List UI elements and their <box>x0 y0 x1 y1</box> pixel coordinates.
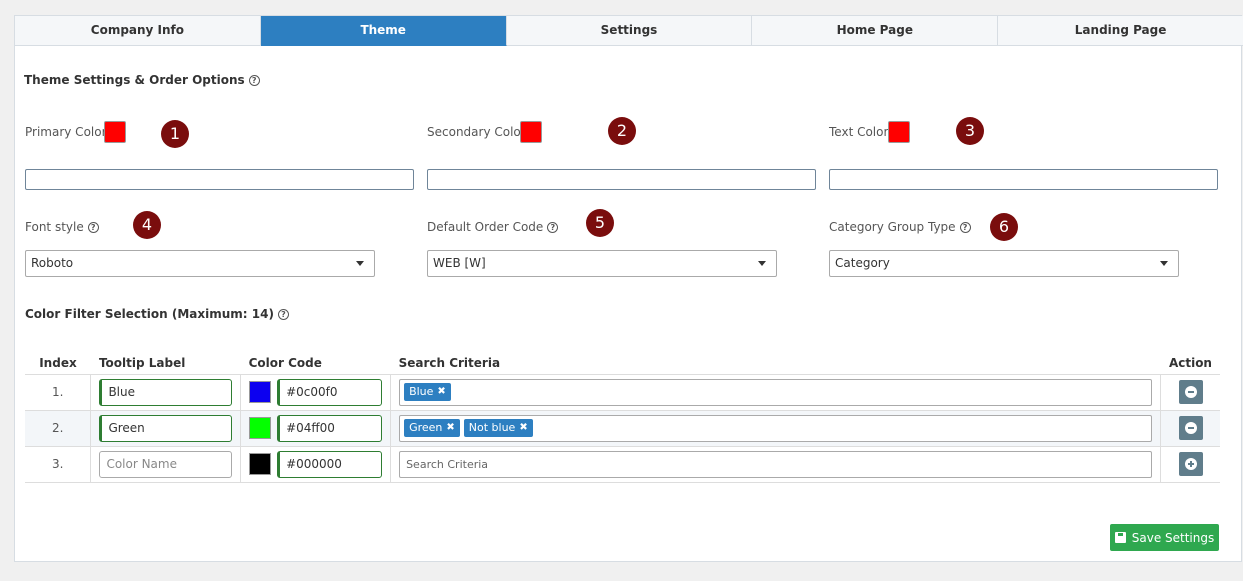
primary-color-swatch[interactable] <box>104 121 126 143</box>
default-order-code-select[interactable]: WEB [W] <box>427 250 777 277</box>
index-header: Index <box>25 352 91 375</box>
primary-color-input[interactable] <box>25 169 414 190</box>
tab-bar: Company Info Theme Settings Home Page La… <box>15 16 1243 46</box>
floppy-disk-icon <box>1114 532 1126 543</box>
color-filter-title: Color Filter Selection (Maximum: 14)? <box>25 307 289 321</box>
question-circle-icon[interactable]: ? <box>277 309 289 320</box>
question-circle-icon[interactable]: ? <box>248 75 260 86</box>
row-index: 1. <box>25 374 91 411</box>
font-style-label: Font style? <box>25 220 99 234</box>
tooltip-label-header: Tooltip Label <box>90 352 241 375</box>
close-icon[interactable]: ✖ <box>519 419 527 437</box>
tooltip-label-input[interactable]: Green <box>99 414 233 442</box>
close-icon[interactable]: ✖ <box>437 383 445 401</box>
font-style-value: Roboto <box>31 256 74 270</box>
color-code-input[interactable]: #0c00f0 <box>277 378 383 406</box>
default-order-code-label: Default Order Code? <box>427 220 559 234</box>
table-row: 3. Color Name #000000 Search Criteria <box>25 446 1220 483</box>
minus-circle-icon <box>1184 422 1197 434</box>
table-row: 1. Blue #0c00f0 Blue ✖ <box>25 374 1220 411</box>
marker-1: 1 <box>161 120 189 148</box>
marker-6: 6 <box>990 213 1018 241</box>
table-header-row: Index Tooltip Label Color Code Search Cr… <box>25 352 1220 375</box>
close-icon[interactable]: ✖ <box>446 419 454 437</box>
default-order-code-value: WEB [W] <box>433 256 486 270</box>
font-style-select[interactable]: Roboto <box>25 250 375 277</box>
tab-theme[interactable]: Theme <box>260 16 507 46</box>
remove-row-button[interactable] <box>1178 416 1203 440</box>
criteria-tag: Blue ✖ <box>404 383 451 401</box>
remove-row-button[interactable] <box>1178 380 1203 404</box>
criteria-tag-label: Not blue <box>468 421 516 434</box>
color-code-cell: #04ff00 <box>249 414 383 442</box>
search-criteria-input[interactable]: Blue ✖ <box>399 378 1153 406</box>
marker-3: 3 <box>956 117 984 145</box>
plus-circle-icon <box>1184 458 1197 470</box>
chevron-down-icon <box>1160 261 1168 266</box>
settings-panel: Company Info Theme Settings Home Page La… <box>14 15 1243 562</box>
default-order-code-label-text: Default Order Code <box>427 220 544 234</box>
category-group-type-label-text: Category Group Type <box>829 220 956 234</box>
question-circle-icon[interactable]: ? <box>87 222 99 233</box>
text-color-input[interactable] <box>829 169 1218 190</box>
secondary-color-swatch[interactable] <box>520 121 542 143</box>
text-color-label: Text Color <box>829 125 889 139</box>
chevron-down-icon <box>356 261 364 266</box>
add-row-button[interactable] <box>1178 452 1203 476</box>
color-swatch[interactable] <box>249 453 272 475</box>
criteria-tag-label: Blue <box>409 385 434 398</box>
question-circle-icon[interactable]: ? <box>547 222 559 233</box>
table-row: 2. Green #04ff00 Green ✖ Not blue ✖ <box>25 410 1220 447</box>
search-criteria-input[interactable]: Search Criteria <box>399 450 1153 478</box>
tab-home-page[interactable]: Home Page <box>752 16 999 46</box>
category-group-type-label: Category Group Type? <box>829 220 971 234</box>
color-filter-table: Index Tooltip Label Color Code Search Cr… <box>25 352 1220 483</box>
color-code-header: Color Code <box>240 352 391 375</box>
marker-4: 4 <box>133 211 161 239</box>
save-settings-button[interactable]: Save Settings <box>1110 524 1219 551</box>
chevron-down-icon <box>758 261 766 266</box>
category-group-type-value: Category <box>835 256 890 270</box>
tab-landing-page[interactable]: Landing Page <box>998 16 1243 46</box>
marker-2: 2 <box>608 117 636 145</box>
criteria-tag-label: Green <box>409 421 443 434</box>
question-circle-icon[interactable]: ? <box>959 222 971 233</box>
row-index: 3. <box>25 446 91 483</box>
tooltip-label-input[interactable]: Color Name <box>99 450 233 478</box>
search-criteria-input[interactable]: Green ✖ Not blue ✖ <box>399 414 1153 442</box>
color-swatch[interactable] <box>249 417 272 439</box>
category-group-type-select[interactable]: Category <box>829 250 1179 277</box>
secondary-color-label: Secondary Color <box>427 125 526 139</box>
criteria-tag: Green ✖ <box>404 419 460 437</box>
tab-settings[interactable]: Settings <box>506 16 753 46</box>
text-color-swatch[interactable] <box>888 121 910 143</box>
color-code-input[interactable]: #04ff00 <box>277 414 383 442</box>
secondary-color-input[interactable] <box>427 169 816 190</box>
font-style-label-text: Font style <box>25 220 84 234</box>
action-header: Action <box>1160 352 1220 375</box>
theme-settings-title-text: Theme Settings & Order Options <box>24 73 245 87</box>
color-swatch[interactable] <box>249 381 272 403</box>
primary-color-label: Primary Color <box>25 125 107 139</box>
color-filter-title-text: Color Filter Selection (Maximum: 14) <box>25 307 274 321</box>
theme-settings-title: Theme Settings & Order Options? <box>24 73 260 87</box>
color-code-cell: #0c00f0 <box>249 378 383 406</box>
minus-circle-icon <box>1184 386 1197 398</box>
search-criteria-placeholder: Search Criteria <box>406 457 489 471</box>
color-code-input[interactable]: #000000 <box>277 450 383 478</box>
marker-5: 5 <box>586 209 614 237</box>
row-index: 2. <box>25 410 91 447</box>
criteria-tag: Not blue ✖ <box>463 419 533 437</box>
color-code-cell: #000000 <box>249 450 383 478</box>
tooltip-label-input[interactable]: Blue <box>99 378 233 406</box>
save-settings-label: Save Settings <box>1131 530 1215 545</box>
tab-company-info[interactable]: Company Info <box>15 16 261 46</box>
search-criteria-header: Search Criteria <box>390 352 1161 375</box>
